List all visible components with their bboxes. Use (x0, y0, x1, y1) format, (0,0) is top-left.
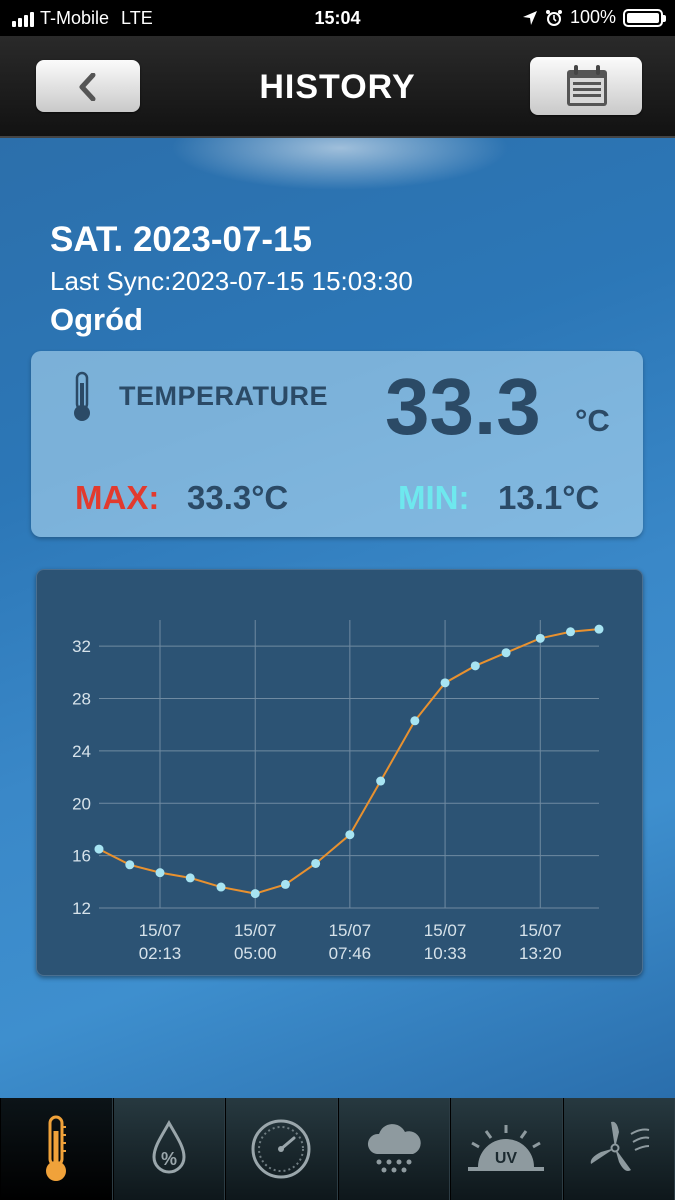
tab-wind[interactable] (562, 1098, 675, 1200)
battery-percent: 100% (569, 7, 616, 27)
temperature-label: TEMPERATURE (119, 381, 329, 411)
calendar-icon (567, 65, 607, 106)
y-tick-label: 32 (72, 637, 91, 656)
x-tick-date: 15/07 (234, 921, 277, 940)
barometer-icon (251, 1119, 311, 1179)
temperature-chart-card[interactable]: 12 16 20 24 28 32 15/07 02:13 15/07 05:00 15/07 07:… (36, 569, 643, 976)
data-point (410, 716, 420, 726)
humidity-drop-icon: % (152, 1119, 186, 1174)
temperature-unit: °C (575, 403, 610, 438)
location-name: Ogród (50, 302, 143, 337)
data-point (311, 858, 321, 868)
last-sync-text: Last Sync:2023-07-15 15:03:30 (50, 266, 413, 296)
min-label: MIN: (398, 479, 470, 516)
rain-cloud-icon (367, 1124, 421, 1173)
max-label: MAX: (75, 479, 160, 516)
tab-uv[interactable]: UV (450, 1098, 563, 1200)
temperature-history-chart[interactable]: 12 16 20 24 28 32 15/07 02:13 15/07 05:00 15/07 07:… (37, 570, 642, 975)
tab-humidity[interactable]: % (112, 1098, 225, 1200)
data-point (94, 844, 104, 854)
data-point (440, 678, 450, 688)
data-point (565, 627, 575, 637)
wind-turbine-icon (590, 1121, 650, 1171)
min-temperature: 13.1°C (498, 479, 600, 516)
svg-text:UV: UV (495, 1150, 518, 1167)
data-point (155, 868, 165, 878)
uv-sun-icon: UV (468, 1125, 545, 1171)
data-point (185, 873, 195, 883)
date-title: SAT. 2023-07-15 (50, 220, 313, 259)
x-tick-date: 15/07 (329, 921, 372, 940)
location-arrow-icon (522, 10, 537, 25)
x-tick-date: 15/07 (139, 921, 182, 940)
y-tick-label: 16 (72, 847, 91, 866)
main-content: SAT. 2023-07-15 Last Sync:2023-07-15 15:… (0, 138, 675, 1098)
data-point (594, 624, 604, 634)
temperature-series-line (98, 628, 600, 895)
data-point (345, 830, 355, 840)
status-right: 100% (522, 7, 666, 28)
x-tick-time: 07:46 (329, 944, 372, 963)
data-point (376, 776, 386, 786)
y-tick-label: 12 (72, 899, 91, 918)
data-point (470, 661, 480, 671)
x-tick-time: 13:20 (519, 944, 562, 963)
battery-icon (623, 8, 666, 27)
tab-temperature[interactable] (0, 1098, 113, 1200)
data-point (125, 860, 135, 870)
y-tick-label: 24 (72, 742, 91, 761)
calendar-button[interactable] (530, 57, 642, 115)
thermometer-icon (46, 1115, 67, 1181)
thermometer-icon (74, 371, 90, 421)
svg-text:%: % (161, 1149, 177, 1169)
y-tick-label: 28 (72, 690, 91, 709)
bottom-tab-bar: % UV (0, 1098, 675, 1200)
x-tick-date: 15/07 (424, 921, 467, 940)
current-temperature: 33.3 (385, 362, 541, 451)
max-temperature: 33.3°C (187, 479, 289, 516)
x-tick-time: 05:00 (234, 944, 277, 963)
data-point (250, 889, 260, 899)
data-point (501, 648, 511, 658)
header-bar: HISTORY (0, 36, 675, 138)
x-tick-time: 10:33 (424, 944, 467, 963)
alarm-clock-icon (545, 9, 562, 26)
data-point (535, 633, 545, 643)
data-point (280, 879, 290, 889)
tab-pressure[interactable] (225, 1098, 338, 1200)
status-bar: T-Mobile LTE 15:04 100% (0, 0, 675, 36)
x-tick-date: 15/07 (519, 921, 562, 940)
temperature-card: TEMPERATURE 33.3 °C MAX: 33.3°C MIN: 13.… (31, 351, 643, 537)
x-tick-time: 02:13 (139, 944, 182, 963)
data-point (216, 882, 226, 892)
tab-rain[interactable] (337, 1098, 450, 1200)
y-tick-label: 20 (72, 794, 91, 813)
